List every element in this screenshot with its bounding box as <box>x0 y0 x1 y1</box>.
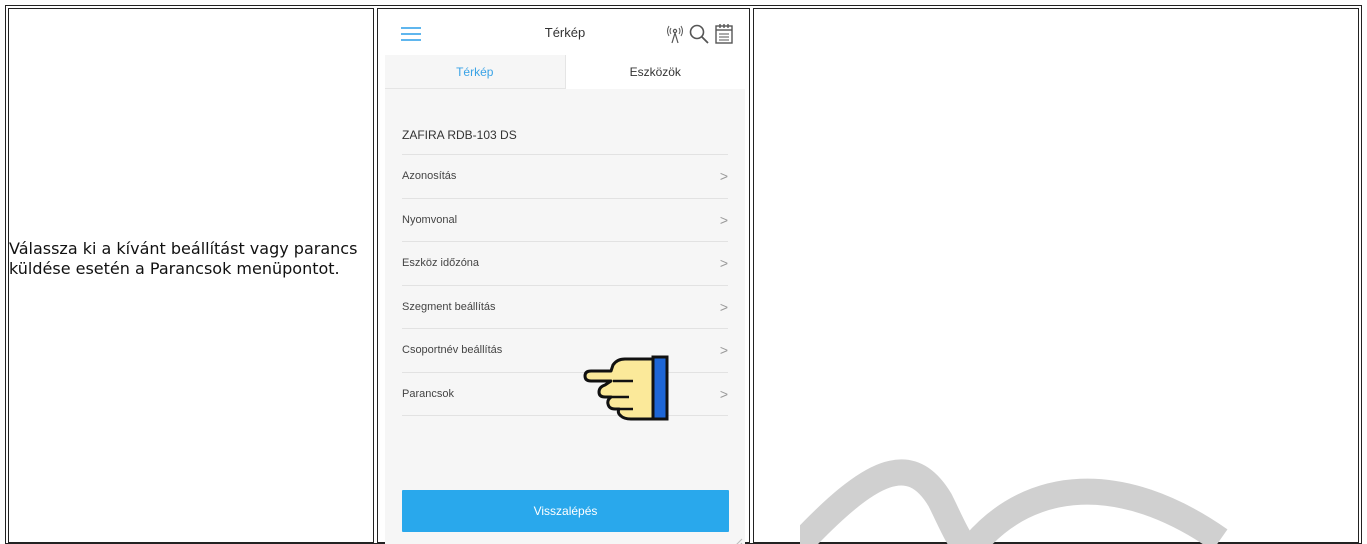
instruction-text: Válassza ki a kívánt beállítást vagy par… <box>9 239 358 278</box>
chevron-right-icon: > <box>719 211 728 228</box>
menu-item-label: Azonosítás <box>402 170 457 182</box>
menu-item-label: Eszköz időzóna <box>402 257 480 270</box>
chevron-right-icon: > <box>719 298 728 315</box>
header-title: Térkép <box>544 25 586 40</box>
tab-bar: Térkép Eszközök <box>385 55 745 89</box>
app-header: Térkép <box>385 13 745 55</box>
pointing-hand-icon <box>581 351 691 421</box>
watermark-stroke <box>787 410 1280 544</box>
chevron-right-icon: > <box>719 255 728 272</box>
menu-item-identification[interactable]: Azonosítás > <box>402 154 728 198</box>
chevron-right-icon: > <box>719 385 728 402</box>
chevron-right-icon: > <box>719 342 728 359</box>
menu-item-label: Parancsok <box>402 387 454 400</box>
resize-grip-icon <box>733 534 743 544</box>
calendar-icon[interactable] <box>713 23 735 45</box>
back-button[interactable]: Visszalépés <box>402 490 729 532</box>
tab-map[interactable]: Térkép <box>385 55 565 89</box>
tab-devices[interactable]: Eszközök <box>564 55 745 89</box>
antenna-icon[interactable] <box>664 23 686 45</box>
screenshot-cell: Térkép Térkép Eszközök ZAFIRA RDB-103 DS… <box>377 8 750 544</box>
hamburger-menu-icon[interactable] <box>401 27 421 41</box>
menu-item-label: Nyomvonal <box>402 213 458 226</box>
menu-item-label: Csoportnév beállítás <box>402 344 503 357</box>
search-icon[interactable] <box>688 23 710 45</box>
menu-item-device-timezone[interactable]: Eszköz időzóna > <box>402 241 728 285</box>
app-screen: Térkép Térkép Eszközök ZAFIRA RDB-103 DS… <box>385 13 745 544</box>
menu-item-label: Szegment beállítás <box>402 300 496 313</box>
menu-item-track[interactable]: Nyomvonal > <box>402 197 728 242</box>
chevron-right-icon: > <box>719 168 728 184</box>
menu-item-segment-settings[interactable]: Szegment beállítás > <box>402 284 728 329</box>
instruction-cell: Válassza ki a kívánt beállítást vagy par… <box>8 8 374 543</box>
device-name: ZAFIRA RDB-103 DS <box>402 128 517 142</box>
